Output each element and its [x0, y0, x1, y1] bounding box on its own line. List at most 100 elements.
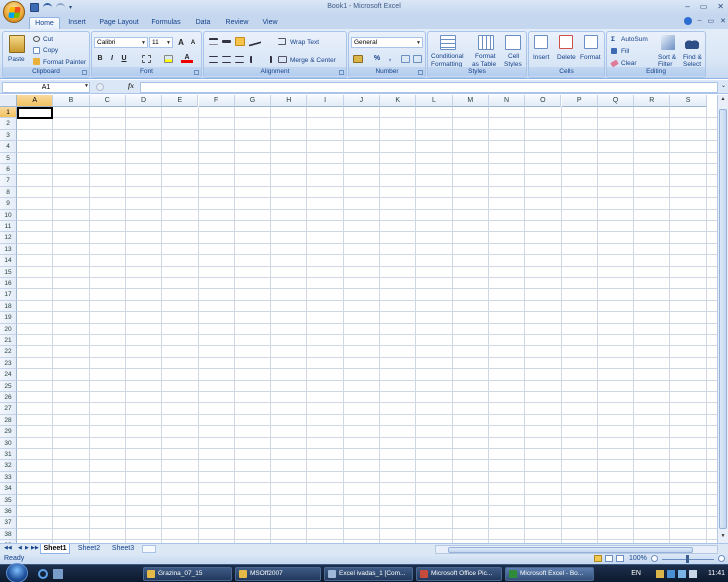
- row-header[interactable]: 23: [0, 357, 17, 370]
- clear-button[interactable]: Clear: [621, 60, 637, 67]
- align-left-icon[interactable]: [209, 56, 218, 63]
- column-header[interactable]: K: [380, 95, 417, 107]
- column-header[interactable]: B: [53, 95, 90, 107]
- insert-sheet-icon[interactable]: [142, 545, 156, 553]
- number-launcher-icon[interactable]: [418, 70, 423, 75]
- row-header[interactable]: 9: [0, 198, 17, 210]
- insert-cells-button[interactable]: Insert: [533, 54, 549, 61]
- volume-icon[interactable]: [689, 570, 697, 578]
- shrink-font-button[interactable]: A: [187, 38, 199, 49]
- column-header[interactable]: A: [17, 95, 54, 107]
- cut-button[interactable]: Cut: [43, 36, 53, 43]
- align-middle-icon[interactable]: [222, 40, 231, 43]
- row-header[interactable]: 8: [0, 186, 17, 199]
- comma-button[interactable]: ,: [384, 53, 396, 64]
- row-header[interactable]: 24: [0, 369, 17, 381]
- font-color-button[interactable]: A: [181, 52, 193, 63]
- scroll-thumb[interactable]: [719, 109, 727, 529]
- row-header[interactable]: 4: [0, 141, 17, 153]
- worksheet-grid[interactable]: A B C D E F G H I J K L M N O P Q R S 1 2 3 4 5 6 7 8 9 10 11 12 13 14 15…: [0, 95, 728, 543]
- borders-icon[interactable]: [142, 55, 151, 63]
- zoom-level[interactable]: 100%: [629, 555, 647, 562]
- horizontal-scrollbar[interactable]: [435, 545, 718, 554]
- column-header[interactable]: I: [307, 95, 344, 107]
- network-icon[interactable]: [678, 570, 686, 578]
- column-header[interactable]: F: [198, 95, 235, 107]
- h-scroll-thumb[interactable]: [448, 547, 693, 553]
- row-header[interactable]: 18: [0, 300, 17, 313]
- tab-page-layout[interactable]: Page Layout: [96, 17, 142, 29]
- row-header[interactable]: 17: [0, 289, 17, 301]
- column-header[interactable]: R: [634, 95, 671, 107]
- minimize-button[interactable]: –: [685, 2, 689, 11]
- row-header[interactable]: 36: [0, 506, 17, 518]
- row-header[interactable]: 5: [0, 152, 17, 164]
- zoom-in-icon[interactable]: [718, 555, 725, 562]
- merge-center-button[interactable]: Merge & Center: [290, 57, 336, 64]
- row-header[interactable]: 25: [0, 380, 17, 392]
- column-header[interactable]: L: [416, 95, 453, 107]
- tray-icon[interactable]: [667, 570, 675, 578]
- row-header[interactable]: 28: [0, 414, 17, 427]
- ribbon-restore-button[interactable]: ▭: [708, 17, 715, 25]
- zoom-slider-thumb[interactable]: [686, 555, 689, 563]
- autosum-button[interactable]: AutoSum: [621, 36, 648, 43]
- last-sheet-icon[interactable]: ▶▶: [31, 545, 39, 551]
- bold-button[interactable]: B: [94, 53, 106, 64]
- row-header[interactable]: 6: [0, 164, 17, 176]
- row-header[interactable]: 26: [0, 392, 17, 404]
- row-header[interactable]: 34: [0, 483, 17, 495]
- row-header[interactable]: 33: [0, 471, 17, 484]
- column-header[interactable]: O: [525, 95, 562, 107]
- tab-home[interactable]: Home: [29, 17, 60, 29]
- column-header[interactable]: S: [670, 95, 707, 107]
- paste-button[interactable]: Paste: [8, 56, 25, 63]
- restore-button[interactable]: ▭: [700, 2, 708, 11]
- row-header[interactable]: 15: [0, 266, 17, 278]
- taskbar-item-grazina[interactable]: Grazina_07_15: [143, 567, 232, 581]
- select-all-button[interactable]: [0, 95, 17, 107]
- expand-formula-icon[interactable]: ⌄: [721, 82, 726, 89]
- column-header[interactable]: D: [125, 95, 163, 107]
- align-center-icon[interactable]: [222, 56, 231, 63]
- row-header[interactable]: 35: [0, 494, 17, 506]
- align-top-icon[interactable]: [209, 38, 218, 45]
- wrap-text-button[interactable]: Wrap Text: [290, 39, 319, 46]
- ribbon-close-button[interactable]: ✕: [720, 17, 726, 25]
- taskbar-item-excel[interactable]: Microsoft Excel - Bo...: [505, 567, 594, 581]
- row-header[interactable]: 14: [0, 255, 17, 267]
- cell-styles-button[interactable]: Cell: [508, 53, 519, 60]
- formula-input[interactable]: [140, 82, 718, 93]
- row-header[interactable]: 1: [0, 107, 17, 119]
- row-header[interactable]: 30: [0, 437, 17, 449]
- column-header[interactable]: M: [452, 95, 489, 107]
- desktop-icon[interactable]: [53, 569, 63, 579]
- row-header[interactable]: 7: [0, 175, 17, 187]
- alignment-launcher-icon[interactable]: [339, 70, 344, 75]
- format-cells-button[interactable]: Format: [580, 54, 601, 61]
- next-sheet-icon[interactable]: ▶: [25, 545, 29, 551]
- column-header[interactable]: E: [162, 95, 199, 107]
- increase-decimal-icon[interactable]: [401, 55, 410, 63]
- font-launcher-icon[interactable]: [194, 70, 199, 75]
- sort-filter-button[interactable]: Sort &: [658, 54, 676, 61]
- row-header[interactable]: 20: [0, 323, 17, 335]
- formula-cancel-icon[interactable]: [96, 83, 104, 91]
- row-header[interactable]: 10: [0, 209, 17, 221]
- tab-review[interactable]: Review: [221, 17, 253, 29]
- clipboard-launcher-icon[interactable]: [82, 70, 87, 75]
- sheet-tab-sheet3[interactable]: Sheet3: [108, 544, 138, 554]
- conditional-formatting-button[interactable]: Conditional: [431, 53, 464, 60]
- page-layout-view-icon[interactable]: [605, 555, 613, 562]
- name-box[interactable]: A1: [2, 82, 90, 93]
- row-header[interactable]: 37: [0, 517, 17, 529]
- row-header[interactable]: 21: [0, 335, 17, 347]
- column-header[interactable]: H: [271, 95, 308, 107]
- ie-icon[interactable]: [38, 569, 48, 579]
- row-header[interactable]: 31: [0, 449, 17, 461]
- tray-icon[interactable]: [656, 570, 664, 578]
- start-button[interactable]: [6, 563, 28, 582]
- ribbon-minimize-button[interactable]: –: [698, 17, 702, 25]
- column-header[interactable]: Q: [597, 95, 635, 107]
- percent-button[interactable]: %: [371, 53, 383, 64]
